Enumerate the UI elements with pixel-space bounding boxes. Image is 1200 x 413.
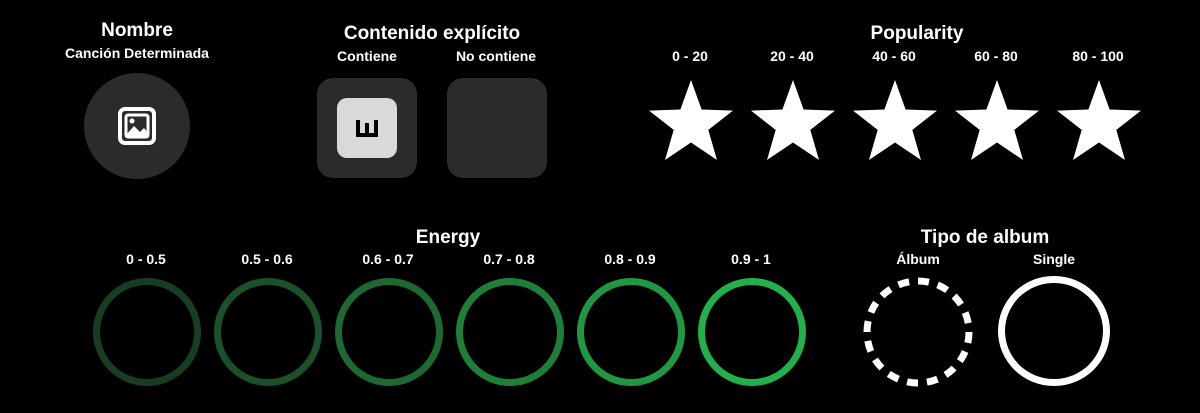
image-icon (118, 107, 156, 145)
popularity-range-1: 0 - 20 (672, 48, 708, 64)
popularity-title: Popularity (870, 23, 964, 44)
nombre-subtitle: Canción Determinada (65, 45, 209, 61)
energy-range-6: 0.9 - 1 (731, 251, 771, 267)
energy-ring-2 (214, 278, 322, 386)
energy-ring-6 (698, 278, 806, 386)
explicit-e-icon (356, 120, 378, 137)
popularity-range-4: 60 - 80 (974, 48, 1018, 64)
star-icon (1057, 80, 1141, 160)
energy-range-3: 0.6 - 0.7 (362, 251, 414, 267)
energy-ring-4 (456, 278, 564, 386)
explicito-title: Contenido explícito (343, 23, 521, 44)
song-image-circle (84, 73, 190, 179)
nombre-title: Nombre (101, 20, 173, 41)
explicit-not-contains-box (447, 78, 547, 178)
album-label: Álbum (896, 251, 940, 267)
contiene-label: Contiene (337, 48, 397, 64)
energy-ring-3 (335, 278, 443, 386)
star-icon (751, 80, 835, 160)
energy-title: Energy (415, 227, 481, 248)
explicit-badge (337, 98, 397, 158)
no-contiene-label: No contiene (455, 48, 537, 64)
album-dashed-ring (863, 277, 973, 387)
tipo-album-title: Tipo de album (920, 227, 1050, 248)
popularity-range-3: 40 - 60 (872, 48, 916, 64)
single-solid-ring (998, 276, 1110, 386)
star-icon (853, 80, 937, 160)
energy-range-4: 0.7 - 0.8 (483, 251, 535, 267)
single-label: Single (1032, 251, 1076, 267)
explicit-contains-box (317, 78, 417, 178)
popularity-range-2: 20 - 40 (770, 48, 814, 64)
star-icon (649, 80, 733, 160)
star-icon (955, 80, 1039, 160)
energy-range-2: 0.5 - 0.6 (241, 251, 293, 267)
energy-ring-1 (93, 278, 201, 386)
popularity-range-5: 80 - 100 (1072, 48, 1124, 64)
energy-ring-5 (577, 278, 685, 386)
energy-range-5: 0.8 - 0.9 (604, 251, 656, 267)
energy-range-1: 0 - 0.5 (126, 251, 166, 267)
